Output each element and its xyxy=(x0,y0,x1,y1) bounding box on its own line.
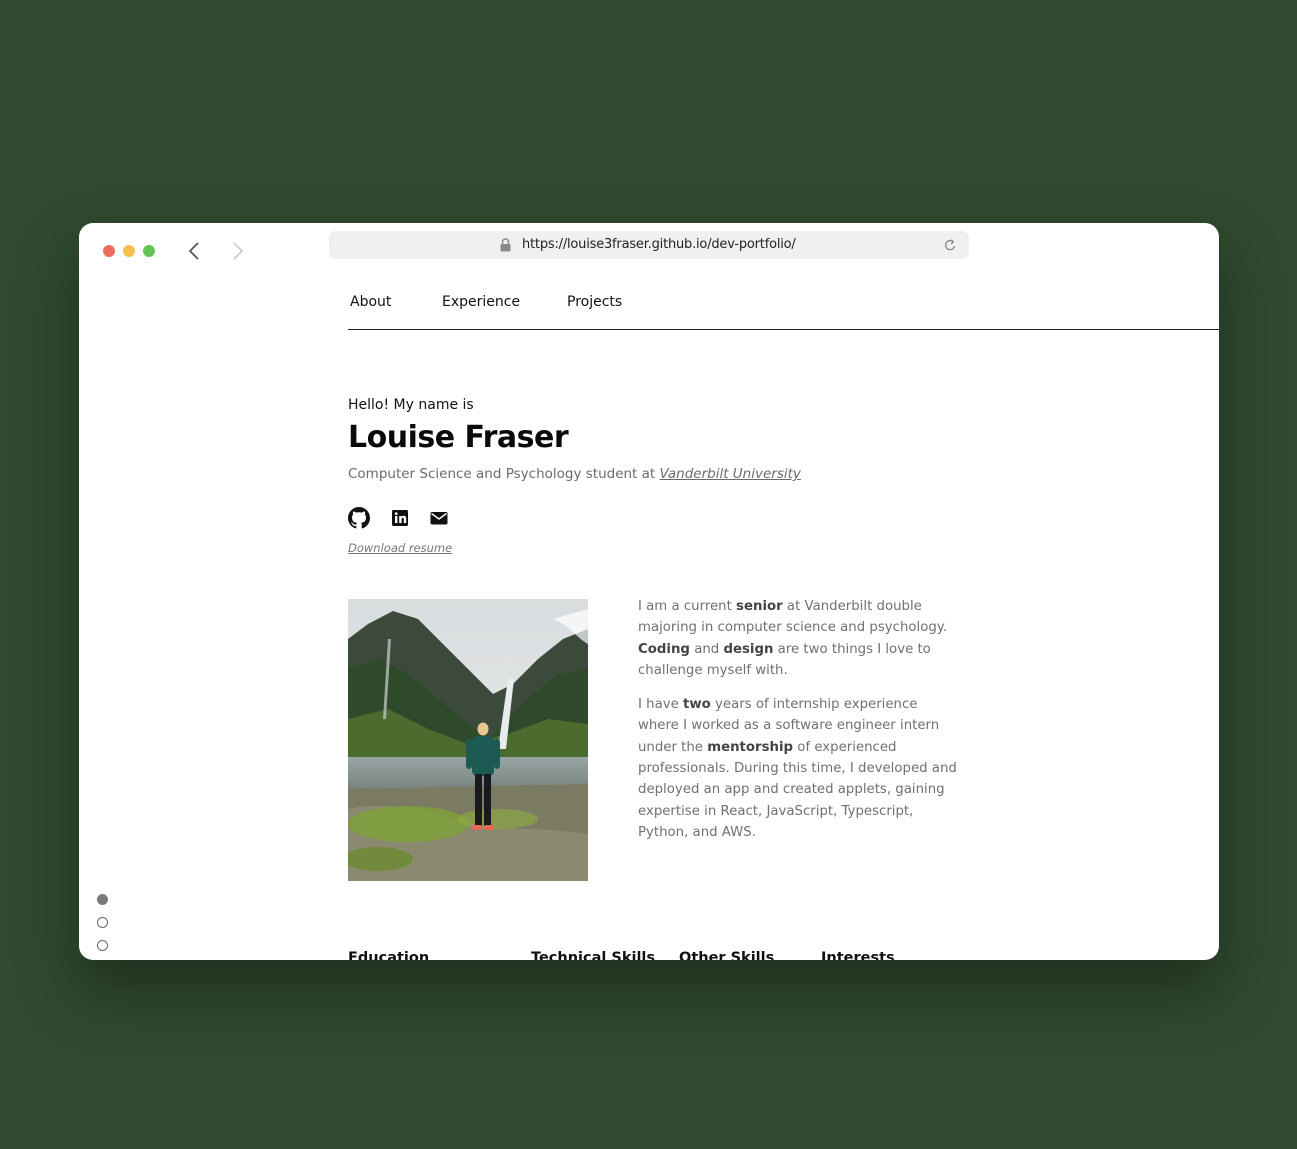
subtitle-prefix: Computer Science and Psychology student … xyxy=(348,466,656,482)
subtitle-text: Computer Science and Psychology student … xyxy=(348,466,801,482)
nav-experience[interactable]: Experience xyxy=(442,294,520,310)
download-resume-link[interactable]: Download resume xyxy=(348,541,452,555)
github-icon[interactable] xyxy=(348,507,370,529)
site-navbar: About Experience Projects xyxy=(348,281,1219,330)
lock-icon xyxy=(500,238,511,252)
address-bar[interactable]: https://louise3fraser.github.io/dev-port… xyxy=(329,231,969,259)
page-indicator-3[interactable] xyxy=(97,940,108,951)
page-title: Louise Fraser xyxy=(348,420,569,455)
section-interests: Interests xyxy=(821,950,895,960)
bio-paragraph-1: I am a current senior at Vanderbilt doub… xyxy=(638,599,947,678)
profile-photo xyxy=(348,599,588,881)
linkedin-icon[interactable] xyxy=(389,507,411,529)
nav-projects[interactable]: Projects xyxy=(567,294,622,310)
browser-window: https://louise3fraser.github.io/dev-port… xyxy=(79,223,1219,960)
section-technical-skills: Technical Skills xyxy=(531,950,656,960)
url-text[interactable]: https://louise3fraser.github.io/dev-port… xyxy=(522,237,796,252)
section-education: Education xyxy=(348,950,430,960)
page-indicator-2[interactable] xyxy=(97,917,108,928)
minimize-window-button[interactable] xyxy=(123,245,135,257)
reload-icon[interactable] xyxy=(944,238,957,252)
maximize-window-button[interactable] xyxy=(143,245,155,257)
nav-about[interactable]: About xyxy=(350,294,391,310)
university-link[interactable]: Vanderbilt University xyxy=(660,466,801,482)
section-other-skills: Other Skills xyxy=(679,950,775,960)
bio-paragraph-2: I have two years of internship experienc… xyxy=(638,697,957,840)
back-arrow-icon[interactable] xyxy=(185,241,205,261)
forward-arrow-icon[interactable] xyxy=(228,241,248,261)
email-icon[interactable] xyxy=(428,507,450,529)
about-bio: I am a current senior at Vanderbilt doub… xyxy=(638,596,958,856)
greeting-text: Hello! My name is xyxy=(348,397,474,413)
close-window-button[interactable] xyxy=(103,245,115,257)
page-indicator-1[interactable] xyxy=(97,894,108,905)
